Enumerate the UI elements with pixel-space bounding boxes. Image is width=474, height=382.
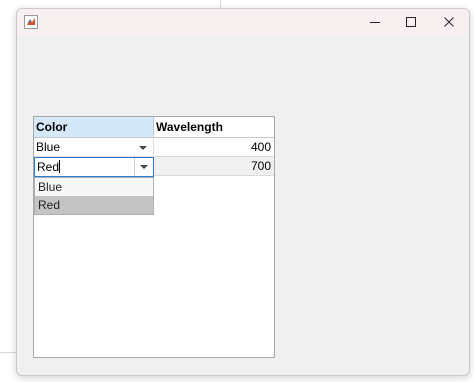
close-icon	[444, 17, 454, 27]
app-window: Color Wavelength Blue 400 700 Red Blue R…	[16, 8, 470, 376]
dropdown-option-blue[interactable]: Blue	[35, 178, 153, 196]
table-cell-wavelength[interactable]: 400	[154, 138, 274, 157]
text-caret	[59, 160, 61, 173]
column-header-color[interactable]: Color	[34, 117, 154, 138]
chevron-down-icon	[140, 165, 148, 169]
maximize-button[interactable]	[393, 9, 429, 35]
close-button[interactable]	[431, 9, 467, 35]
cell-text: Blue	[36, 140, 61, 154]
dropdown-option-red[interactable]: Red	[35, 196, 153, 214]
app-icon[interactable]	[24, 15, 38, 29]
title-bar[interactable]	[17, 9, 469, 35]
minimize-button[interactable]	[357, 9, 393, 35]
minimize-icon	[370, 22, 380, 23]
table-cell-color[interactable]: Blue	[34, 138, 154, 157]
dropdown-list[interactable]: Blue Red	[34, 177, 154, 215]
dropdown-arrow-icon[interactable]	[139, 146, 147, 150]
dropdown-button[interactable]	[134, 158, 153, 176]
data-table[interactable]: Color Wavelength Blue 400 700 Red Blue R…	[33, 116, 275, 358]
maximize-icon	[406, 17, 416, 27]
column-header-wavelength[interactable]: Wavelength	[154, 117, 274, 138]
editor-text[interactable]: Red	[37, 158, 61, 176]
color-dropdown-editor[interactable]: Red	[34, 157, 154, 177]
editor-value: Red	[37, 160, 60, 174]
background-line	[0, 352, 16, 353]
table-cell-wavelength[interactable]: 700	[154, 157, 274, 176]
